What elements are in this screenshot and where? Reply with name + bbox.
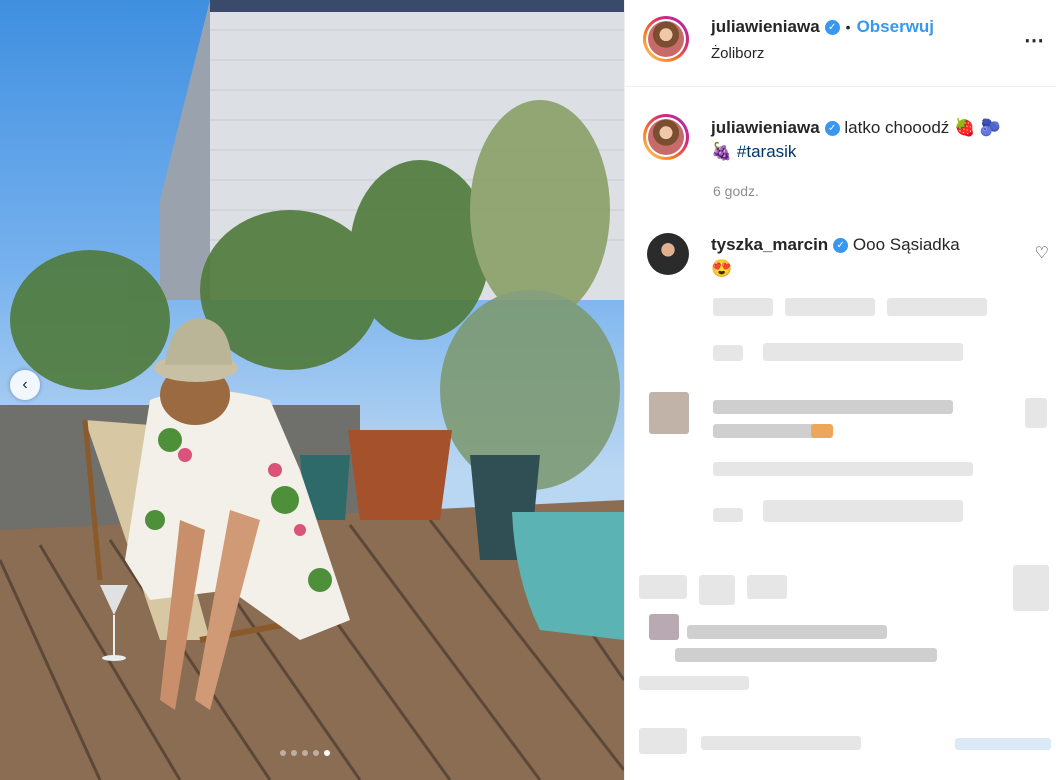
verified-badge-icon: ✓	[824, 20, 840, 36]
comment-username[interactable]: tyszka_marcin	[711, 235, 828, 254]
carousel-dot	[302, 750, 308, 756]
more-options-icon[interactable]: ⋯	[1024, 28, 1045, 53]
author-username[interactable]: juliawieniawa	[711, 17, 820, 36]
comment-text: Ooo Sąsiadka	[852, 235, 960, 254]
location-link[interactable]: Żoliborz	[711, 45, 764, 62]
like-comment-heart-icon[interactable]: ♡	[1035, 243, 1049, 263]
caption-username[interactable]: juliawieniawa	[711, 118, 820, 137]
carousel-indicator	[280, 750, 330, 756]
caption-text: latko chooodź 🍓 🫐	[844, 118, 1002, 137]
comment-item: tyszka_marcin ✓ Ooo Sąsiadka 😍	[711, 233, 1011, 281]
carousel-dot	[291, 750, 297, 756]
header-title-row: juliawieniawa ✓ • Obserwuj	[711, 17, 934, 37]
post-caption: juliawieniawa ✓ latko chooodź 🍓 🫐 🍇 #tara…	[711, 116, 1041, 164]
carousel-dot-active	[324, 750, 330, 756]
carousel-dot	[280, 750, 286, 756]
comment-emoji: 😍	[711, 259, 733, 278]
caption-avatar[interactable]	[643, 114, 689, 160]
post-photo[interactable]: ‹	[0, 0, 624, 780]
caption-emoji: 🍇	[711, 142, 733, 161]
author-avatar[interactable]	[643, 16, 689, 62]
carousel-dot	[313, 750, 319, 756]
chevron-left-icon: ‹	[22, 376, 28, 393]
verified-badge-icon: ✓	[833, 238, 849, 254]
comment-avatar[interactable]	[647, 233, 689, 275]
post-timestamp[interactable]: 6 godz.	[713, 183, 759, 199]
post-header: juliawieniawa ✓ • Obserwuj Żoliborz ⋯	[625, 0, 1056, 87]
verified-badge-icon: ✓	[824, 121, 840, 137]
separator-dot: •	[845, 19, 851, 35]
post-sidebar: juliawieniawa ✓ • Obserwuj Żoliborz ⋯ julia…	[624, 0, 1056, 780]
hashtag-link[interactable]: #tarasik	[737, 142, 797, 161]
prev-photo-button[interactable]: ‹	[10, 370, 40, 400]
photo-scene	[0, 0, 624, 780]
follow-button[interactable]: Obserwuj	[857, 17, 934, 36]
